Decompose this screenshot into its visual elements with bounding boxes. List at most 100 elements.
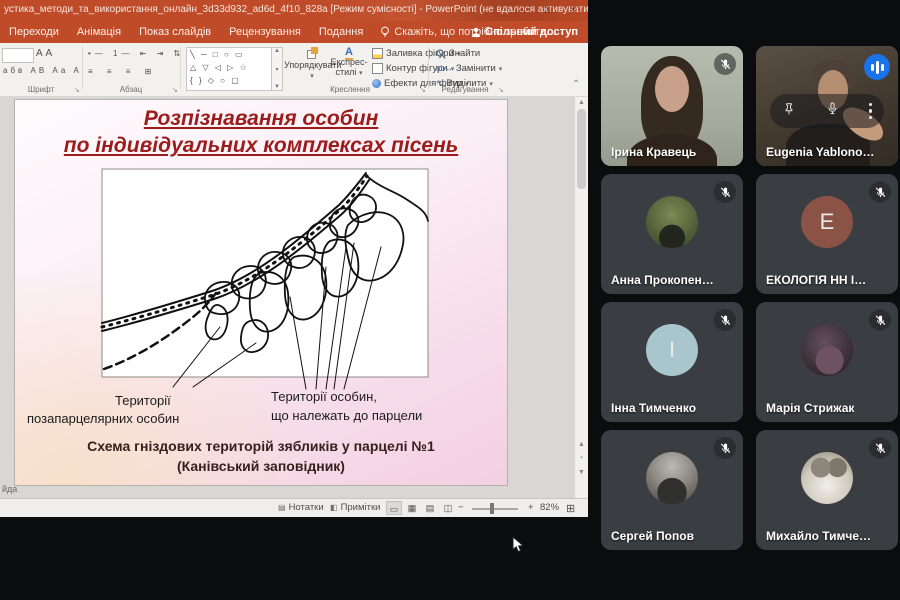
photo-avatar bbox=[646, 452, 698, 504]
participant-tile[interactable]: Ірина Кравець bbox=[601, 46, 743, 166]
mic-muted-icon bbox=[874, 186, 887, 199]
more-options-button[interactable] bbox=[869, 103, 873, 120]
photo-avatar bbox=[801, 324, 853, 376]
ribbon-tab[interactable]: Переходи bbox=[0, 21, 68, 43]
zoom-slider-thumb[interactable] bbox=[490, 503, 494, 514]
participant-name: Анна Прокопен… bbox=[611, 273, 714, 287]
ribbon-tab[interactable]: Анімація bbox=[68, 21, 130, 43]
tile-hover-controls bbox=[770, 94, 884, 128]
mic-muted-badge bbox=[714, 309, 736, 331]
zoom-out-button[interactable]: − bbox=[458, 502, 464, 513]
label-left-line1: Території bbox=[115, 393, 171, 408]
ribbon-tab[interactable]: Показ слайдів bbox=[130, 21, 220, 43]
participant-name: Сергей Попов bbox=[611, 529, 694, 543]
collapse-ribbon-chevron[interactable]: ⌃ bbox=[572, 79, 580, 90]
shapes-gallery-scrollbar[interactable]: ▲▾▼ bbox=[271, 47, 283, 91]
mic-muted-icon bbox=[874, 314, 887, 327]
pin-icon bbox=[782, 102, 796, 116]
paragraph-dialog-launcher[interactable]: ↘ bbox=[172, 86, 178, 94]
participant-tile[interactable]: І Інна Тимченко bbox=[601, 302, 743, 422]
mic-muted-icon bbox=[719, 314, 732, 327]
font-group-label: Шрифт bbox=[6, 85, 76, 94]
scroll-up-arrow[interactable]: ▲ bbox=[575, 99, 588, 106]
participant-name: ЕКОЛОГІЯ НН І… bbox=[766, 273, 866, 287]
fit-slide-button[interactable]: ⊞ bbox=[566, 502, 575, 515]
participant-tile[interactable]: Анна Прокопен… bbox=[601, 174, 743, 294]
participant-name: Інна Тимченко bbox=[611, 401, 696, 415]
status-bar: ▤ Нотатки ◧ Примітки ▭▦▤◫ − + 82% ⊞ bbox=[0, 498, 588, 517]
powerpoint-window: устика_методи_та_використання_онлайн_3d3… bbox=[0, 0, 588, 516]
window-titlebar[interactable]: устика_методи_та_використання_онлайн_3d3… bbox=[0, 0, 588, 21]
editing-group-label: Редагування bbox=[430, 85, 500, 94]
slide-sorter-view-button[interactable]: ▦ bbox=[404, 501, 420, 515]
font-format-buttons[interactable]: абв АВ Аа А bbox=[3, 66, 82, 75]
participant-tile[interactable]: Сергей Попов bbox=[601, 430, 743, 550]
paragraph-list-buttons[interactable]: •— 1— ⇤ ⇥ ⇅ bbox=[88, 49, 184, 58]
participant-tile[interactable]: E ЕКОЛОГІЯ НН І… bbox=[756, 174, 898, 294]
mute-participant-button[interactable] bbox=[825, 101, 840, 121]
vertical-scrollbar[interactable]: ▲ ▲ ▪ ▼ bbox=[574, 97, 588, 498]
slide-nav-divider: ▪ bbox=[575, 455, 588, 461]
label-right-line1: Території особин, bbox=[271, 389, 377, 404]
mic-muted-icon bbox=[874, 442, 887, 455]
minimize-button[interactable]: – bbox=[508, 0, 534, 21]
status-partial-text: йда bbox=[2, 484, 17, 494]
editing-dialog-launcher[interactable]: ↘ bbox=[498, 86, 504, 94]
ribbon-tab[interactable]: Подання bbox=[310, 21, 372, 43]
slide-edit-area[interactable]: Розпізнавання особин по індивідуальних к… bbox=[0, 96, 588, 498]
slide-title-line1: Розпізнавання особин bbox=[15, 106, 507, 132]
slide-canvas[interactable]: Розпізнавання особин по індивідуальних к… bbox=[14, 99, 508, 486]
font-dialog-launcher[interactable]: ↘ bbox=[74, 86, 80, 94]
notes-icon: ▤ bbox=[278, 503, 286, 512]
shape-glyph-row[interactable]: △ ▽ ◁ ▷ ☆ bbox=[187, 61, 271, 74]
font-size-buttons[interactable]: А А bbox=[36, 48, 52, 59]
comments-button[interactable]: ◧ Примітки bbox=[330, 502, 380, 513]
mic-muted-badge bbox=[869, 437, 891, 459]
lightbulb-icon bbox=[380, 26, 390, 38]
next-slide-button[interactable]: ▼ bbox=[575, 469, 588, 476]
shape-outline-icon bbox=[372, 63, 383, 74]
close-button[interactable]: ✕ bbox=[560, 0, 586, 21]
letter-avatar: І bbox=[646, 324, 698, 376]
slideshow-view-button[interactable]: ◫ bbox=[440, 501, 456, 515]
replace-button[interactable]: ab↔ Замінити▾ bbox=[436, 63, 502, 74]
participant-name: Марія Стрижак bbox=[766, 401, 854, 415]
mic-muted-icon bbox=[719, 58, 732, 71]
mic-muted-badge bbox=[869, 309, 891, 331]
window-title: устика_методи_та_використання_онлайн_3d3… bbox=[4, 4, 588, 15]
participant-tile[interactable]: Михайло Тимче… bbox=[756, 430, 898, 550]
slide-caption-line1: Схема гніздових територій зябликів у пар… bbox=[31, 438, 491, 454]
font-size-combo[interactable] bbox=[2, 48, 34, 63]
pin-participant-button[interactable] bbox=[782, 102, 796, 121]
replace-icon: ab↔ bbox=[436, 64, 453, 73]
shapes-gallery[interactable]: ╲ ─ □ ○ ▭△ ▽ ◁ ▷ ☆{ } ◇ ○ ▢ bbox=[186, 47, 272, 91]
normal-view-button[interactable]: ▭ bbox=[386, 501, 402, 515]
restore-button[interactable]: □ bbox=[534, 0, 560, 21]
zoom-level[interactable]: 82% bbox=[540, 502, 559, 513]
label-left-line2: позапарцелярних особин bbox=[27, 411, 179, 426]
shape-glyph-row[interactable]: ╲ ─ □ ○ ▭ bbox=[187, 48, 271, 61]
arrange-icon bbox=[307, 47, 318, 58]
comments-icon: ◧ bbox=[330, 503, 338, 512]
find-button[interactable]: Знайти bbox=[436, 48, 480, 59]
shape-glyph-row[interactable]: { } ◇ ○ ▢ bbox=[187, 74, 271, 87]
participant-name: Eugenia Yablono… bbox=[766, 145, 874, 159]
slide-caption-line2: (Канівський заповідник) bbox=[31, 458, 491, 474]
participant-tile[interactable]: Eugenia Yablono… bbox=[756, 46, 898, 166]
previous-slide-button[interactable]: ▲ bbox=[575, 441, 588, 448]
participant-tile[interactable]: Марія Стрижак bbox=[756, 302, 898, 422]
scrollbar-thumb[interactable] bbox=[577, 109, 586, 189]
paragraph-align-buttons[interactable]: ≡ ≡ ≡ ⊞ bbox=[88, 67, 157, 76]
screen: устика_методи_та_використання_онлайн_3d3… bbox=[0, 0, 900, 600]
reading-view-button[interactable]: ▤ bbox=[422, 501, 438, 515]
search-icon bbox=[436, 49, 446, 59]
drawing-dialog-launcher[interactable]: ↘ bbox=[420, 86, 426, 94]
zoom-in-button[interactable]: + bbox=[528, 502, 534, 513]
zoom-slider-track[interactable] bbox=[472, 508, 518, 510]
quick-styles-button[interactable]: A Експрес- стилі ▾ bbox=[330, 47, 368, 77]
share-button[interactable]: Спільний доступ bbox=[465, 21, 584, 43]
ribbon-tab[interactable]: Рецензування bbox=[220, 21, 310, 43]
notes-button[interactable]: ▤ Нотатки bbox=[278, 502, 324, 513]
mic-muted-badge bbox=[714, 53, 736, 75]
letter-avatar: E bbox=[801, 196, 853, 248]
